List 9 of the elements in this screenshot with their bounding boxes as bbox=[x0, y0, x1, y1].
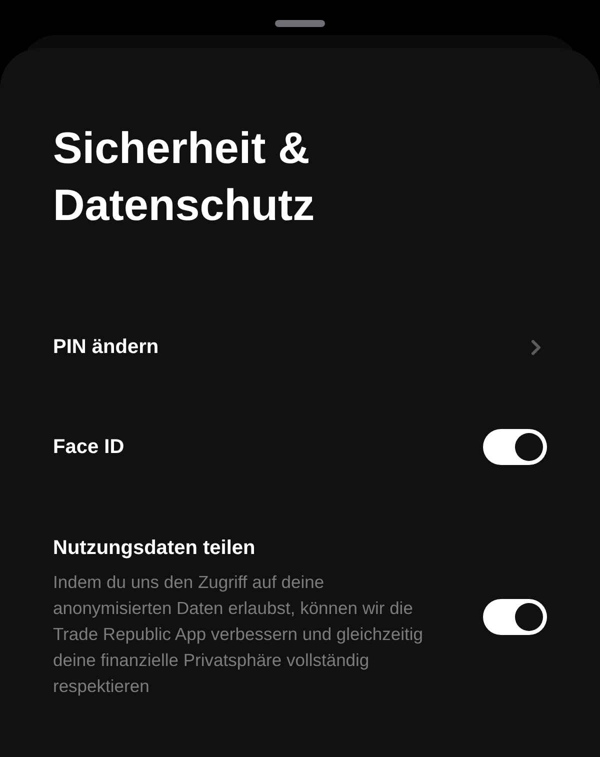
setting-label: Face ID bbox=[53, 435, 124, 460]
drag-handle[interactable] bbox=[275, 20, 325, 27]
chevron-right-icon bbox=[531, 340, 541, 354]
toggle-switch[interactable] bbox=[483, 429, 547, 465]
setting-description: Indem du uns den Zugriff auf deine anonymisierten Daten erlaubst, können wir die Trade Republic App verbessern und gleichzeitig deine finanzielle Privatsphäre vollständig respektieren bbox=[53, 571, 424, 698]
page-title: Sicherheit & Datenschutz bbox=[52, 123, 316, 232]
toggle-switch[interactable] bbox=[483, 598, 547, 634]
setting-label: Nutzungsdaten teilen bbox=[53, 536, 256, 561]
menu-row[interactable]: PIN ändern bbox=[0, 297, 600, 397]
